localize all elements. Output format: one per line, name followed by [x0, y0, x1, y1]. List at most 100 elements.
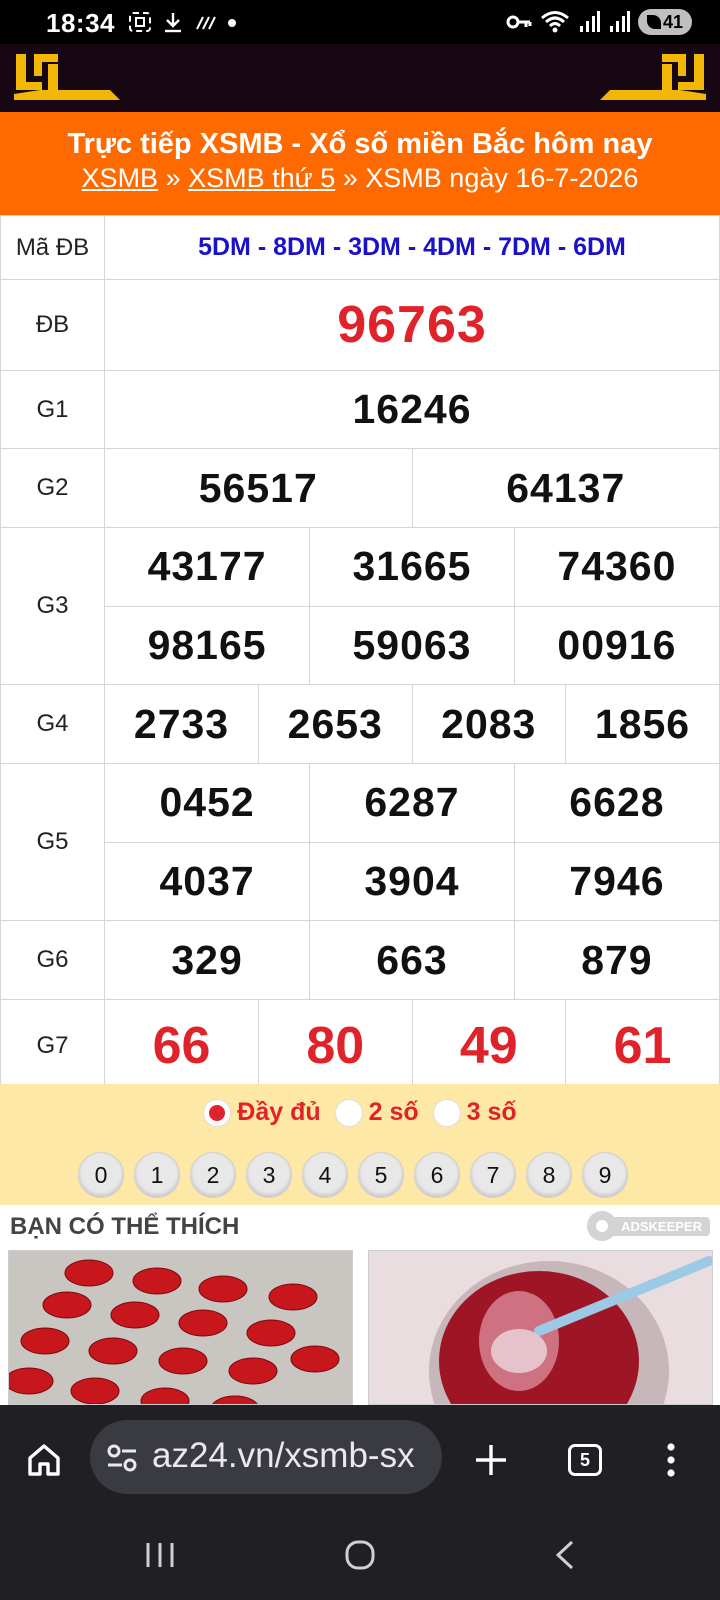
prize-number: 6287	[309, 764, 515, 842]
breadcrumb-separator: »	[158, 163, 189, 193]
prize-g4-row: G4 2733 2653 2083 1856	[0, 684, 720, 764]
radio-full-label: Đầy đủ	[237, 1098, 321, 1126]
breadcrumb-separator: »	[335, 163, 366, 193]
prize-g6-label: G6	[0, 920, 105, 1000]
battery-level: 41	[662, 11, 684, 32]
digit-filter-row: 0 1 2 3 4 5 6 7 8 9	[78, 1152, 628, 1198]
prize-number: 98165	[105, 605, 310, 684]
prize-g1-label: G1	[0, 370, 105, 449]
download-icon	[165, 13, 181, 33]
prize-number: 43177	[147, 543, 267, 590]
prize-number: 59063	[309, 605, 515, 684]
prize-number: 663	[309, 921, 515, 999]
prize-number: 2653	[258, 685, 412, 763]
prize-g5-row: G5 0452 6287 6628 4037 3904 7946	[0, 763, 720, 921]
back-nav-icon[interactable]	[552, 1539, 576, 1571]
prize-number: 7946	[513, 841, 719, 920]
special-code-value: 5DM - 8DM - 3DM - 4DM - 7DM - 6DM	[104, 215, 720, 280]
banner-ornament-left-icon	[14, 54, 120, 100]
prize-number: 879	[513, 921, 719, 999]
tab-switcher-button[interactable]: 5	[568, 1444, 602, 1476]
digit-button-8[interactable]: 8	[526, 1152, 572, 1198]
radio-2-digits[interactable]: 2 số	[334, 1098, 419, 1127]
signal-icon	[580, 11, 600, 32]
breadcrumb-link-xsmb-thu-5[interactable]: XSMB thứ 5	[188, 163, 335, 193]
display-mode-radio-group: Đầy đủ 2 số 3 số	[0, 1098, 720, 1127]
url-text: az24.vn/xsmb-sx	[152, 1436, 415, 1475]
recommendation-card[interactable]	[368, 1250, 713, 1405]
prize-number: 61	[565, 1000, 719, 1091]
status-bar: 18:34 41	[0, 0, 720, 44]
prize-g2-label: G2	[0, 448, 105, 528]
filter-panel: Đầy đủ 2 số 3 số 0 1 2 3 4 5 6 7 8 9	[0, 1084, 720, 1205]
digit-button-3[interactable]: 3	[246, 1152, 292, 1198]
home-icon[interactable]	[26, 1442, 62, 1478]
adskeeper-badge[interactable]: ADSKEEPER	[587, 1211, 710, 1241]
prize-number: 49	[411, 1000, 566, 1091]
prize-number: 329	[171, 936, 243, 983]
signal-icon-2	[610, 11, 630, 32]
radio-2-digits-label: 2 số	[368, 1098, 419, 1126]
special-code-label: Mã ĐB	[0, 215, 105, 280]
breadcrumb-link-xsmb[interactable]: XSMB	[82, 163, 159, 193]
more-menu-icon[interactable]	[666, 1443, 676, 1477]
prize-g2-row: G2 56517 64137	[0, 448, 720, 528]
wifi-icon	[541, 11, 569, 33]
adskeeper-label: ADSKEEPER	[613, 1216, 710, 1236]
prize-number: 00916	[513, 605, 719, 684]
red-drink-image	[369, 1251, 712, 1404]
browser-toolbar: az24.vn/xsmb-sx 5	[0, 1405, 720, 1511]
prize-number: 64137	[411, 449, 719, 527]
screenshot-icon	[129, 12, 151, 32]
prize-g4-label: G4	[0, 684, 105, 764]
digit-button-1[interactable]: 1	[134, 1152, 180, 1198]
prize-number: 2733	[133, 700, 230, 747]
digit-button-6[interactable]: 6	[414, 1152, 460, 1198]
digit-button-0[interactable]: 0	[78, 1152, 124, 1198]
digit-button-2[interactable]: 2	[190, 1152, 236, 1198]
radio-full[interactable]: Đầy đủ	[203, 1098, 321, 1127]
digit-button-9[interactable]: 9	[582, 1152, 628, 1198]
prize-number: 3904	[309, 841, 515, 920]
prize-number: 1856	[565, 685, 719, 763]
site-banner	[0, 44, 720, 112]
digit-button-7[interactable]: 7	[470, 1152, 516, 1198]
radio-unchecked-icon	[432, 1098, 461, 1127]
prize-number: 16246	[104, 370, 720, 449]
battery-saver-icon	[646, 15, 661, 29]
prize-g7-label: G7	[0, 999, 105, 1092]
recent-apps-icon[interactable]	[144, 1541, 176, 1569]
results-table: Mã ĐB 5DM - 8DM - 3DM - 4DM - 7DM - 6DM …	[0, 215, 720, 1092]
digit-button-5[interactable]: 5	[358, 1152, 404, 1198]
prize-g3-label: G3	[0, 527, 105, 685]
recommendation-card[interactable]	[8, 1250, 353, 1405]
radio-unchecked-icon	[334, 1098, 363, 1127]
recommendations-header: BẠN CÓ THỂ THÍCH ADSKEEPER	[0, 1205, 720, 1249]
prize-g7-row: G7 66 80 49 61	[0, 999, 720, 1092]
radio-3-digits[interactable]: 3 số	[432, 1098, 517, 1127]
prize-db-label: ĐB	[0, 279, 105, 371]
radio-checked-icon	[203, 1098, 232, 1127]
site-settings-icon[interactable]	[106, 1444, 138, 1472]
breadcrumb: XSMB » XSMB thứ 5 » XSMB ngày 16-7-2026	[0, 163, 720, 194]
prize-number: 0452	[159, 779, 255, 826]
key-icon	[506, 15, 532, 29]
prize-number: 80	[258, 1000, 412, 1091]
home-nav-icon[interactable]	[344, 1539, 376, 1571]
adskeeper-logo-icon	[587, 1211, 618, 1241]
digit-button-4[interactable]: 4	[302, 1152, 348, 1198]
address-bar[interactable]: az24.vn/xsmb-sx	[90, 1420, 442, 1494]
prize-g5-label: G5	[0, 763, 105, 921]
prize-number: 31665	[309, 528, 515, 606]
battery-icon: 41	[638, 9, 692, 35]
prize-number: 66	[152, 1016, 211, 1075]
prize-g3-row: G3 43177 31665 74360 98165 59063 00916	[0, 527, 720, 685]
prize-db-row: ĐB 96763	[0, 279, 720, 371]
page-title: Trực tiếp XSMB - Xổ số miền Bắc hôm nay	[67, 128, 653, 160]
prize-number: 6628	[513, 764, 719, 842]
prize-number: 74360	[513, 528, 719, 606]
signal-hash-icon	[196, 16, 216, 30]
new-tab-plus-icon[interactable]	[474, 1443, 508, 1477]
breadcrumb-current: XSMB ngày 16-7-2026	[365, 163, 639, 193]
radio-3-digits-label: 3 số	[466, 1098, 517, 1126]
